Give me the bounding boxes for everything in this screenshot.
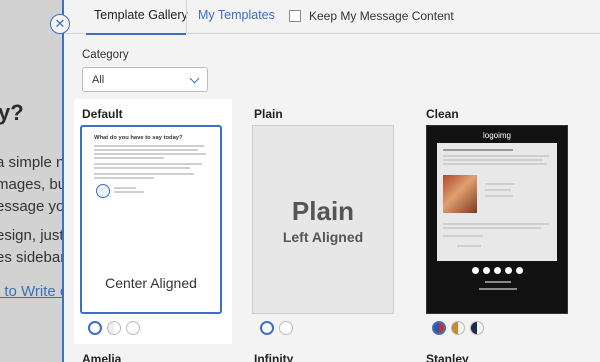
preview-plain-title: Plain [291,196,355,226]
active-tab-indicator [86,33,186,35]
preview-body [437,143,557,261]
avatar [96,184,110,198]
variant-option[interactable] [107,321,121,335]
preview-text-line [443,149,513,151]
variant-option[interactable] [451,321,465,335]
variant-option[interactable] [260,321,274,335]
template-card-default[interactable]: What do you have to say today? Center Al… [80,125,222,314]
preview-text-line [94,149,198,151]
preview-text-line [94,173,194,175]
social-icon [493,267,501,274]
background-text-line: a simple n [0,154,65,171]
preview-text-line [485,195,513,197]
social-icons [427,267,567,274]
preview-text-line [94,167,190,169]
background-text-line: es sidebar [0,249,66,266]
template-title-clean: Clean [426,107,459,121]
background-link: t to Write c [0,283,68,300]
preview-text-line [443,163,547,165]
template-title-default: Default [82,107,123,121]
variant-picker-plain [260,321,293,335]
preview-text-line [114,191,144,193]
preview-text-line [443,235,483,237]
social-icon [482,267,490,274]
preview-text-line [479,288,517,290]
preview-text-line [94,163,202,165]
variant-option[interactable] [126,321,140,335]
tab-template-gallery[interactable]: Template Gallery [94,8,188,22]
preview-text-line [443,159,543,161]
logo: logoimg [482,131,511,140]
template-panel: Template Gallery My Templates Keep My Me… [62,0,600,362]
close-panel-button[interactable]: ✕ [50,14,70,34]
template-card-clean[interactable]: logoimg [426,125,568,314]
preview-text-line [94,157,164,159]
social-icon [515,267,523,274]
template-title-infinity: Infinity [254,352,294,362]
category-label: Category [82,49,129,61]
template-title-amelia: Amelia [82,352,122,362]
preview-text-line [443,155,549,157]
tab-divider [186,0,187,34]
template-card-plain[interactable]: Plain Left Aligned [252,125,394,314]
preview-heading: What do you have to say today? [94,135,183,141]
preview-text-line [485,189,511,191]
preview-text-line [94,153,206,155]
preview-text-line [114,187,136,189]
tab-my-templates[interactable]: My Templates [198,8,275,22]
preview-text-line [443,223,549,225]
variant-option[interactable] [432,321,446,335]
preview-text-line [94,145,204,147]
preview-text-line [485,281,511,283]
variant-option[interactable] [470,321,484,335]
preview-text-line [443,227,541,229]
template-title-plain: Plain [254,107,283,121]
template-title-stanley: Stanley [426,352,469,362]
preview-image [443,175,477,213]
variant-picker-clean [432,321,484,335]
preview-text-line [485,183,515,185]
variant-picker-default [88,321,140,335]
category-select[interactable]: All [82,67,208,92]
keep-content-label: Keep My Message Content [309,9,454,23]
social-icon [471,267,479,274]
preview-alignment-label: Center Aligned [105,275,197,291]
keep-content-checkbox[interactable] [289,10,301,22]
background-text-line: esign, just [0,227,64,244]
preview-alignment-label: Left Aligned [282,229,364,245]
preview-text-line [94,177,154,179]
category-selected-value: All [92,74,105,86]
tab-bar: Template Gallery My Templates Keep My Me… [64,0,600,35]
preview-text-line [457,245,481,247]
variant-option[interactable] [279,321,293,335]
background-heading: y? [0,100,24,125]
social-icon [504,267,512,274]
variant-option[interactable] [88,321,102,335]
keep-content-toggle[interactable]: Keep My Message Content [289,9,454,23]
chevron-down-icon [189,73,200,84]
